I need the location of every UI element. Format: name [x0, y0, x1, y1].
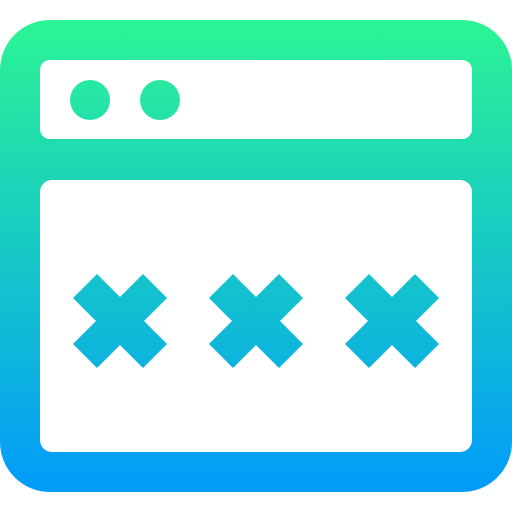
browser-window-password-icon	[0, 20, 512, 492]
window-dot-icon	[140, 80, 180, 120]
window-dot-icon	[70, 80, 110, 120]
icon-canvas	[0, 0, 512, 512]
